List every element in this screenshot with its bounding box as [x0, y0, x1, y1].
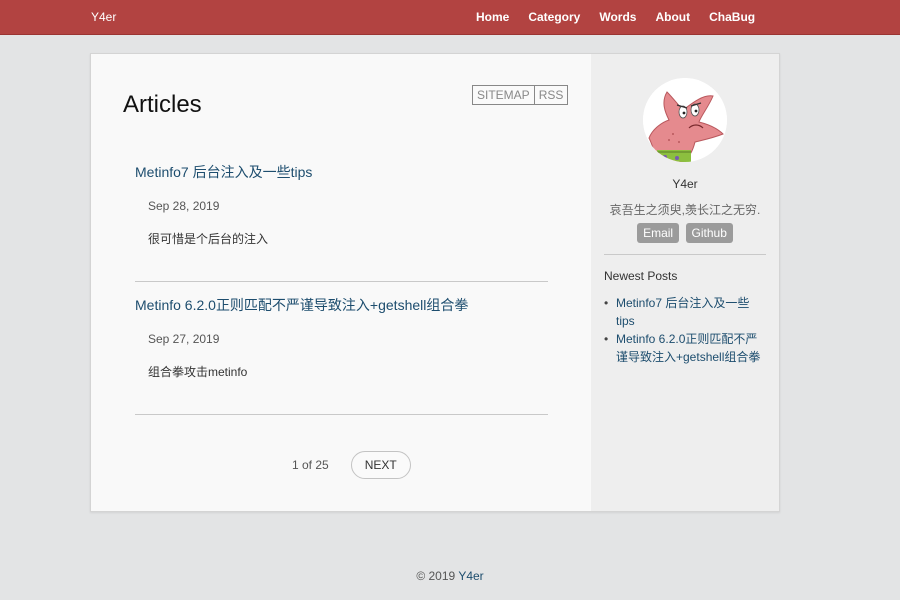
main-column: Articles SITEMAP RSS Metinfo7 后台注入及一些tip… — [91, 54, 591, 511]
nav-words[interactable]: Words — [599, 10, 636, 24]
footer: © 2019 Y4er — [0, 569, 900, 583]
author-motto: 哀吾生之须臾,羡长江之无穷. — [609, 203, 761, 217]
patrick-star-avatar — [643, 78, 727, 162]
bullet-icon: • — [604, 332, 609, 346]
content-card: Articles SITEMAP RSS Metinfo7 后台注入及一些tip… — [90, 53, 780, 512]
footer-author-link[interactable]: Y4er — [458, 569, 483, 583]
divider — [135, 281, 548, 282]
page-title: Articles — [123, 91, 202, 118]
newest-post-item: • Metinfo7 后台注入及一些tips — [604, 294, 766, 330]
newest-post-item: • Metinfo 6.2.0正则匹配不严谨导致注入+getshell组合拳 — [604, 330, 766, 366]
nav-about[interactable]: About — [655, 10, 690, 24]
nav-category[interactable]: Category — [528, 10, 580, 24]
newest-post-link[interactable]: Metinfo7 后台注入及一些tips — [616, 296, 749, 328]
pagination: 1 of 25 NEXT — [292, 451, 411, 479]
nav-chabug[interactable]: ChaBug — [709, 10, 755, 24]
site-brand[interactable]: Y4er — [91, 10, 116, 24]
email-button[interactable]: Email — [637, 223, 680, 243]
nav-home[interactable]: Home — [476, 10, 509, 24]
post-title-link[interactable]: Metinfo 6.2.0正则匹配不严谨导致注入+getshell组合拳 — [135, 295, 548, 315]
newest-posts-heading: Newest Posts — [604, 269, 678, 283]
social-links: Email Github — [591, 223, 779, 243]
next-page-button[interactable]: NEXT — [350, 451, 411, 479]
post-excerpt: 很可惜是个后台的注入 — [148, 232, 269, 246]
github-button[interactable]: Github — [685, 223, 733, 243]
page-indicator: 1 of 25 — [292, 458, 329, 472]
top-navbar: Y4er Home Category Words About ChaBug — [0, 0, 900, 35]
post-item: Metinfo7 后台注入及一些tips Sep 28, 2019 很可惜是个后… — [135, 162, 548, 282]
sidebar: Y4er 哀吾生之须臾,羡长江之无穷. Email Github Newest … — [591, 54, 779, 511]
divider — [604, 254, 766, 255]
post-excerpt: 组合拳攻击metinfo — [148, 365, 248, 379]
rss-link[interactable]: RSS — [533, 85, 569, 105]
post-date: Sep 28, 2019 — [148, 199, 220, 213]
newest-posts-list: • Metinfo7 后台注入及一些tips • Metinfo 6.2.0正则… — [604, 294, 766, 366]
top-links: SITEMAP RSS — [472, 85, 569, 105]
post-title-link[interactable]: Metinfo7 后台注入及一些tips — [135, 162, 548, 182]
main-nav: Home Category Words About ChaBug — [476, 10, 774, 24]
post-item: Metinfo 6.2.0正则匹配不严谨导致注入+getshell组合拳 Sep… — [135, 295, 548, 415]
copyright-text: © 2019 — [416, 569, 456, 583]
post-date: Sep 27, 2019 — [148, 332, 220, 346]
sitemap-link[interactable]: SITEMAP — [472, 85, 535, 105]
author-name: Y4er — [672, 177, 698, 191]
divider — [135, 414, 548, 415]
bullet-icon: • — [604, 296, 609, 310]
patrick-star-icon — [643, 78, 727, 162]
newest-post-link[interactable]: Metinfo 6.2.0正则匹配不严谨导致注入+getshell组合拳 — [616, 332, 760, 364]
